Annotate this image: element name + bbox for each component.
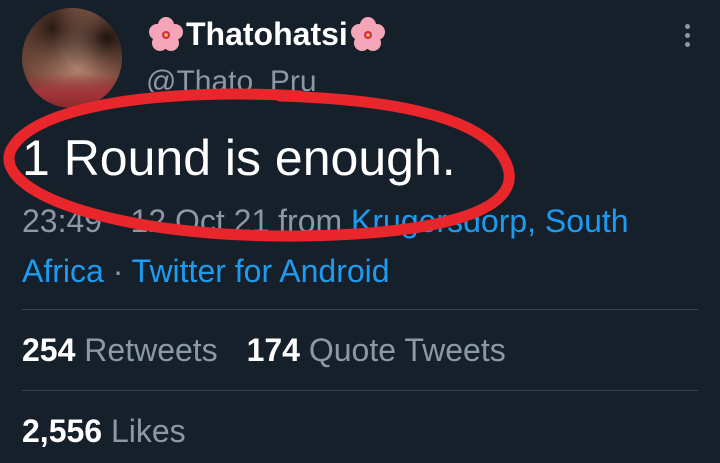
likes-count: 2,556: [22, 413, 103, 449]
stats-row-shares: 254 Retweets 174 Quote Tweets: [22, 330, 526, 370]
user-handle[interactable]: @Thato_Pru: [146, 64, 317, 92]
tweet-detail: Thatohatsi @Thato_Pru 1 Round is enough.…: [0, 0, 720, 463]
retweets-label: Retweets: [84, 332, 218, 368]
display-name-row[interactable]: Thatohatsi: [146, 14, 388, 54]
stats-row-likes: 2,556 Likes: [22, 411, 206, 451]
quote-tweets-stat[interactable]: 174 Quote Tweets: [247, 332, 506, 368]
tweet-client-link[interactable]: Twitter for Android: [132, 253, 390, 289]
tweet-text: 1 Round is enough.: [22, 130, 456, 186]
tweet-meta: 23:49 · 12 Oct 21 from Krugersdorp, Sout…: [22, 196, 702, 296]
meta-separator: ·: [112, 253, 124, 289]
likes-label: Likes: [110, 413, 186, 449]
hibiscus-icon: [149, 17, 183, 51]
tweet-date[interactable]: 12 Oct 21: [131, 203, 270, 239]
divider: [22, 309, 698, 310]
avatar-shoulder: [22, 73, 122, 108]
from-label: from: [278, 203, 343, 239]
avatar[interactable]: [22, 8, 122, 108]
quote-tweets-label: Quote Tweets: [308, 332, 506, 368]
quote-tweets-count: 174: [246, 332, 300, 368]
hibiscus-icon: [350, 17, 385, 51]
retweets-count: 254: [22, 332, 76, 368]
likes-stat[interactable]: 2,556 Likes: [22, 413, 186, 449]
retweets-stat[interactable]: 254 Retweets: [22, 332, 227, 368]
more-options-icon[interactable]: [682, 24, 692, 52]
display-name: Thatohatsi: [186, 16, 348, 52]
meta-separator: ·: [110, 203, 122, 239]
divider: [22, 390, 698, 391]
tweet-time[interactable]: 23:49: [22, 203, 102, 239]
